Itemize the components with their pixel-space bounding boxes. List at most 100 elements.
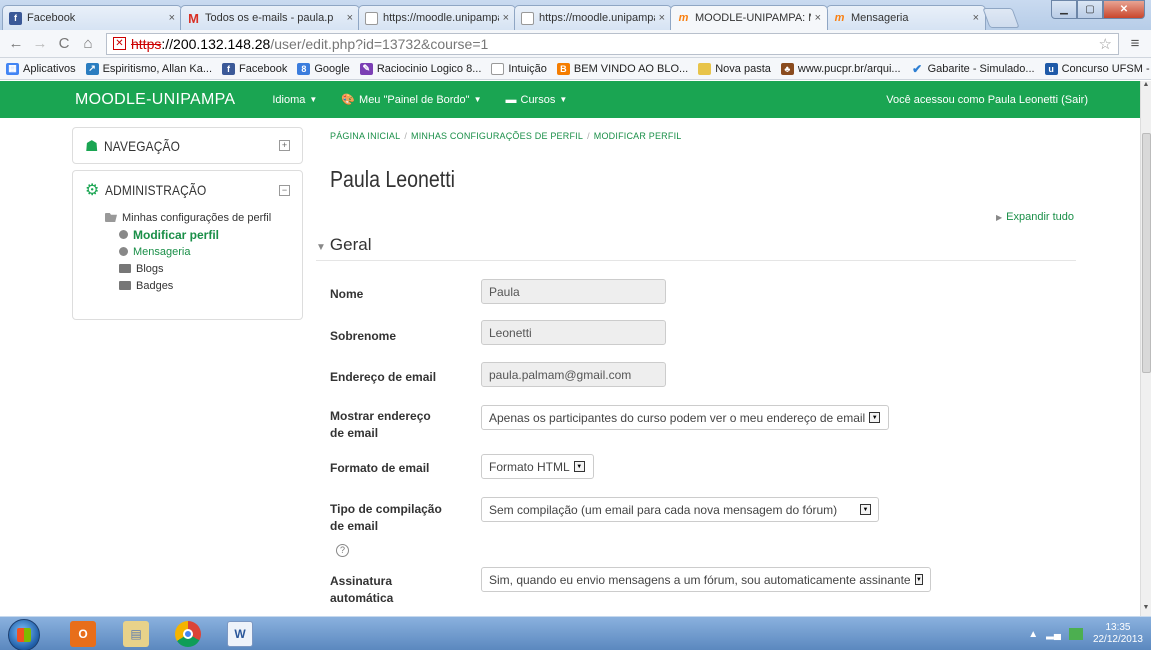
tab-mensageria[interactable]: m Mensageria ×: [826, 5, 986, 30]
back-icon[interactable]: ←: [6, 35, 26, 52]
tab-close-icon[interactable]: ×: [169, 12, 175, 24]
maximize-icon[interactable]: ▢: [1077, 0, 1103, 19]
tab-close-icon[interactable]: ×: [815, 12, 821, 24]
moodle-icon: m: [678, 12, 689, 24]
dropdown-arrow-icon: ▼: [914, 574, 923, 585]
scroll-thumb[interactable]: [1142, 133, 1151, 373]
breadcrumb-edit-profile[interactable]: MODIFICAR PERFIL: [594, 131, 682, 141]
expand-block-icon[interactable]: +: [279, 140, 290, 151]
bookmark-label: Nova pasta: [715, 62, 771, 75]
breadcrumb-separator: /: [404, 131, 408, 141]
tab-moodle-link-1[interactable]: https://moodle.unipampa ×: [358, 5, 516, 30]
tree-item-badges[interactable]: Badges: [105, 277, 302, 294]
bookmark-label: Google: [314, 62, 350, 75]
bookmark-star-icon[interactable]: ☆: [1099, 35, 1112, 53]
triangle-right-icon: ▶: [996, 213, 1003, 222]
email-label: Endereço de email: [330, 370, 437, 384]
home-icon[interactable]: ⌂: [78, 35, 98, 52]
login-info[interactable]: Você acessou como Paula Leonetti (Sair): [886, 94, 1088, 106]
tree-item-label: Blogs: [136, 262, 164, 275]
auto-subscribe-value: Sim, quando eu envio mensagens a um fóru…: [489, 572, 911, 587]
tab-moodle-active[interactable]: m MOODLE-UNIPAMPA: Mo ×: [670, 5, 828, 30]
bookmark-google[interactable]: 8 Google: [297, 62, 350, 75]
bookmark-ufsm[interactable]: uConcurso UFSM - 00...: [1044, 62, 1151, 75]
word-taskbar-icon[interactable]: W: [227, 621, 253, 647]
caret-down-icon: ▼: [559, 95, 568, 104]
tab-title: MOODLE-UNIPAMPA: Mo: [695, 12, 811, 24]
bookmark-label: Raciocinio Logico 8...: [376, 62, 482, 75]
tree-item-messaging[interactable]: Mensageria: [105, 243, 302, 260]
tab-close-icon[interactable]: ×: [503, 12, 509, 24]
help-icon[interactable]: ?: [336, 544, 349, 557]
bookmark-nova-pasta[interactable]: Nova pasta: [698, 62, 771, 75]
auto-subscribe-select[interactable]: Sim, quando eu envio mensagens a um fóru…: [481, 567, 931, 592]
scroll-up-icon[interactable]: ▲: [1141, 81, 1151, 93]
tab-moodle-link-2[interactable]: https://moodle.unipampa ×: [514, 5, 672, 30]
menu-icon[interactable]: ≡: [1125, 35, 1145, 52]
minimize-icon[interactable]: ▁: [1051, 0, 1077, 19]
email-format-select[interactable]: Formato HTML ▼: [481, 454, 594, 479]
new-tab-button[interactable]: [982, 8, 1020, 28]
browser-tab-strip: f Facebook × M Todos os e-mails - paula.…: [0, 0, 1151, 30]
clock-time: 13:35: [1105, 622, 1131, 633]
section-title: Geral: [329, 235, 372, 254]
address-bar[interactable]: ✕ https://200.132.148.28/user/edit.php?i…: [106, 32, 1119, 55]
last-name-field[interactable]: Leonetti: [481, 320, 666, 345]
window-controls: ▁ ▢ ✕: [1051, 0, 1145, 19]
bookmark-label: www.pucpr.br/arqui...: [797, 62, 901, 75]
first-name-field[interactable]: Paula: [481, 279, 666, 304]
page-scrollbar[interactable]: ▲ ▼: [1140, 81, 1151, 616]
tab-title: Todos os e-mails - paula.p: [205, 12, 334, 24]
tray-up-arrow-icon[interactable]: ▲: [1028, 629, 1038, 640]
email-digest-label-line2: de email: [330, 519, 379, 533]
tree-item-edit-profile[interactable]: Modificar perfil: [105, 226, 302, 243]
bookmark-intuicao[interactable]: Intuição: [491, 62, 547, 75]
dashboard-icon: 🎨: [341, 94, 356, 106]
scroll-down-icon[interactable]: ▼: [1141, 604, 1151, 616]
bookmark-raciocinio[interactable]: ✎ Raciocinio Logico 8...: [359, 62, 482, 75]
administration-block: ⚙ ADMINISTRAÇÃO − Minhas configurações d…: [72, 170, 303, 320]
tab-gmail[interactable]: M Todos os e-mails - paula.p ×: [180, 5, 360, 30]
bookmark-blog[interactable]: B BEM VINDO AO BLO...: [556, 62, 688, 75]
email-digest-select[interactable]: Sem compilação (um email para cada nova …: [481, 497, 879, 522]
chrome-taskbar-icon[interactable]: [175, 621, 201, 647]
gears-icon: ⚙: [85, 182, 100, 199]
start-button[interactable]: [8, 619, 40, 650]
expand-all-link[interactable]: ▶ Expandir tudo: [996, 211, 1074, 223]
collapse-block-icon[interactable]: −: [279, 184, 290, 196]
tab-close-icon[interactable]: ×: [347, 12, 353, 24]
email-display-select[interactable]: Apenas os participantes do curso podem v…: [481, 405, 889, 430]
dashboard-menu[interactable]: 🎨 Meu "Painel de Bordo" ▼: [341, 93, 481, 107]
bookmark-pucpr[interactable]: ♣ www.pucpr.br/arqui...: [780, 62, 901, 75]
explorer-taskbar-icon[interactable]: ▤: [123, 621, 149, 647]
reload-icon[interactable]: C: [54, 35, 74, 52]
close-window-icon[interactable]: ✕: [1103, 0, 1145, 19]
signal-icon[interactable]: ▂▄: [1046, 629, 1061, 640]
courses-menu[interactable]: ▬ Cursos ▼: [506, 94, 568, 106]
outlook-taskbar-icon[interactable]: O: [70, 621, 96, 647]
breadcrumb-home[interactable]: PÁGINA INICIAL: [330, 131, 400, 141]
bookmark-gabarite[interactable]: ✔ Gabarite - Simulado...: [911, 62, 1035, 76]
breadcrumb-profile-settings[interactable]: MINHAS CONFIGURAÇÕES DE PERFIL: [411, 131, 583, 141]
url-path: /user/edit.php?id=13732&course=1: [270, 35, 489, 52]
bookmark-apps[interactable]: ▦ Aplicativos: [6, 62, 76, 75]
tab-close-icon[interactable]: ×: [659, 12, 665, 24]
bookmark-espiritismo[interactable]: ↗ Espiritismo, Allan Ka...: [85, 62, 212, 75]
bookmark-facebook[interactable]: f Facebook: [222, 62, 287, 75]
language-menu[interactable]: Idioma ▼: [272, 94, 317, 106]
email-digest-label: Tipo de compilação de email: [330, 501, 442, 535]
section-general[interactable]: ▼ Geral: [316, 235, 1076, 261]
site-brand[interactable]: MOODLE-UNIPAMPA: [75, 91, 235, 109]
moodle-navbar: MOODLE-UNIPAMPA Idioma ▼ 🎨 Meu "Painel de …: [0, 81, 1140, 118]
last-name-label: Sobrenome: [330, 329, 397, 343]
forward-icon[interactable]: →: [30, 35, 50, 52]
tab-close-icon[interactable]: ×: [973, 12, 979, 24]
tree-item-label: Modificar perfil: [133, 227, 220, 242]
tab-facebook[interactable]: f Facebook ×: [2, 5, 182, 30]
email-field[interactable]: paula.palmam@gmail.com: [481, 362, 666, 387]
tree-item-profile-settings[interactable]: Minhas configurações de perfil: [105, 209, 302, 226]
tree-item-blogs[interactable]: Blogs: [105, 260, 302, 277]
network-icon[interactable]: [1068, 628, 1083, 640]
facebook-icon: f: [222, 62, 236, 75]
clock[interactable]: 13:35 22/12/2013: [1093, 622, 1143, 646]
